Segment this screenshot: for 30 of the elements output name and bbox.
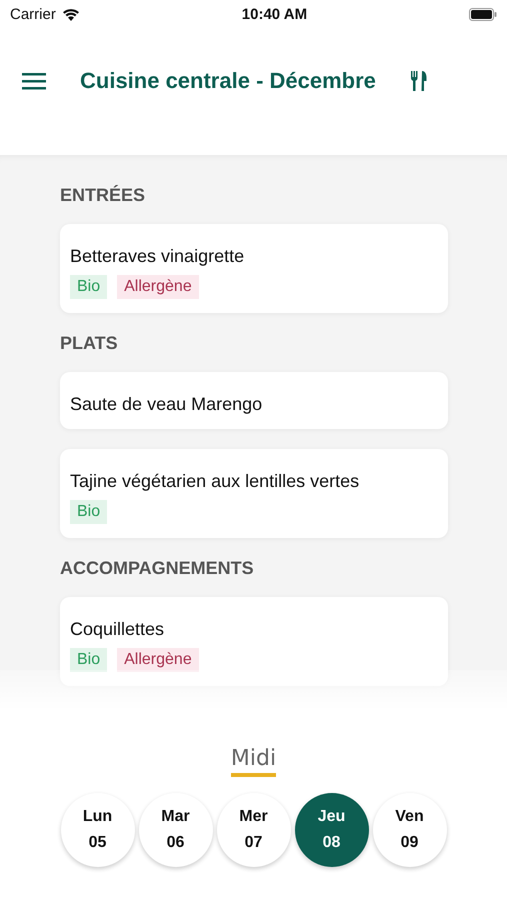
- battery-icon: [469, 8, 497, 20]
- dish-name: Saute de veau Marengo: [70, 394, 264, 415]
- menu-icon: [22, 72, 46, 90]
- restaurant-button[interactable]: [410, 69, 428, 93]
- dish-card[interactable]: Betteraves vinaigrette Bio Allergène: [60, 224, 448, 313]
- meal-tab[interactable]: Midi: [230, 746, 276, 777]
- dish-name: Tajine végétarien aux lentilles vertes: [70, 471, 360, 492]
- dish-card[interactable]: Tajine végétarien aux lentilles vertes Bio: [60, 449, 448, 538]
- day-button[interactable]: Ven 09: [372, 793, 446, 867]
- day-button[interactable]: Mar 06: [138, 793, 212, 867]
- carrier-label: Carrier: [10, 6, 56, 22]
- organic-tag: Bio: [70, 275, 108, 299]
- organic-tag: Bio: [70, 500, 108, 524]
- day-button[interactable]: Mer 07: [216, 793, 290, 867]
- section-heading: ACCOMPAGNEMENTS: [60, 558, 255, 579]
- day-button[interactable]: Lun 05: [60, 793, 134, 867]
- fork-knife-icon: [410, 71, 428, 91]
- clock-time: 10:40 AM: [242, 6, 308, 22]
- day-button[interactable]: Jeu 08: [294, 793, 368, 867]
- wifi-icon: [62, 8, 80, 20]
- dish-name: Betteraves vinaigrette: [70, 246, 246, 267]
- allergen-tag: Allergène: [117, 648, 199, 672]
- dish-name: Coquillettes: [70, 619, 166, 640]
- section-heading: PLATS: [60, 333, 119, 354]
- section-heading: ENTRÉES: [60, 185, 146, 206]
- dish-card[interactable]: Coquillettes Bio Allergène: [60, 597, 448, 686]
- page-title: Cuisine centrale - Décembre: [80, 68, 376, 94]
- organic-tag: Bio: [70, 648, 108, 672]
- allergen-tag: Allergène: [117, 275, 199, 299]
- dish-card[interactable]: Saute de veau Marengo: [60, 372, 448, 429]
